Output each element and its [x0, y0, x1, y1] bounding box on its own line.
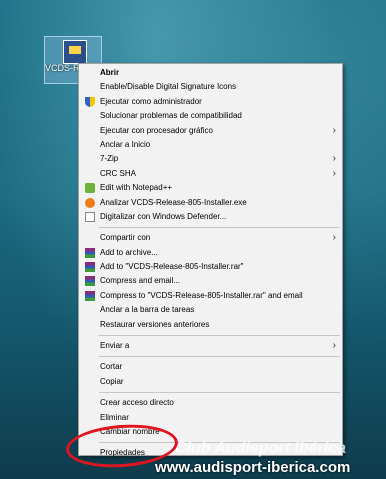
- menu-label: Ejecutar como administrador: [100, 96, 202, 106]
- watermark-url: www.audisport-iberica.com: [155, 459, 351, 476]
- vcds-app-icon: [63, 40, 87, 64]
- menu-label: Edit with Notepad++: [100, 183, 173, 193]
- menu-label: Ejecutar con procesador gráfico: [100, 125, 213, 135]
- menu-separator: [99, 356, 340, 358]
- menu-label: Compress and email...: [100, 276, 181, 286]
- winrar-icon: [85, 276, 95, 287]
- menu-item-create-shortcut[interactable]: Crear acceso directo: [79, 396, 342, 410]
- winrar-icon: [85, 262, 95, 273]
- avast-icon: [85, 197, 95, 208]
- menu-item-compress-email[interactable]: Compress and email...: [79, 274, 342, 288]
- watermark-title: Club Audisport Ibérica: [175, 440, 346, 457]
- menu-separator: [99, 392, 340, 394]
- context-menu: Abrir Enable/Disable Digital Signature I…: [78, 63, 343, 457]
- winrar-icon: [85, 247, 95, 258]
- menu-label: 7-Zip: [100, 154, 119, 164]
- menu-label: Digitalizar con Windows Defender...: [100, 211, 227, 221]
- menu-label: Solucionar problemas de compatibilidad: [100, 111, 242, 121]
- menu-label: Eliminar: [100, 412, 129, 422]
- menu-item-avast-scan[interactable]: Analizar VCDS-Release-805-Installer.exe: [79, 196, 342, 210]
- menu-label: Abrir: [100, 68, 120, 77]
- notepad-plus-plus-icon: [85, 183, 95, 194]
- menu-item-troubleshoot[interactable]: Solucionar problemas de compatibilidad: [79, 109, 342, 123]
- menu-item-defender[interactable]: Digitalizar con Windows Defender...: [79, 210, 342, 224]
- menu-label: Anclar a la barra de tareas: [100, 305, 195, 315]
- menu-item-7zip[interactable]: 7-Zip ›: [79, 152, 342, 166]
- menu-item-copy[interactable]: Copiar: [79, 375, 342, 389]
- menu-label: Enable/Disable Digital Signature Icons: [100, 82, 237, 92]
- menu-separator: [99, 227, 340, 229]
- chevron-right-icon: ›: [332, 153, 336, 165]
- menu-item-pin-taskbar[interactable]: Anclar a la barra de tareas: [79, 303, 342, 317]
- menu-item-crc-sha[interactable]: CRC SHA ›: [79, 167, 342, 181]
- menu-item-digital-signature[interactable]: Enable/Disable Digital Signature Icons: [79, 80, 342, 94]
- menu-label: Anclar a Inicio: [100, 139, 151, 149]
- menu-item-notepad[interactable]: Edit with Notepad++: [79, 181, 342, 195]
- menu-item-add-rar[interactable]: Add to "VCDS-Release-805-Installer.rar": [79, 260, 342, 274]
- menu-label: Crear acceso directo: [100, 398, 174, 408]
- menu-item-cut[interactable]: Cortar: [79, 360, 342, 374]
- menu-item-gpu[interactable]: Ejecutar con procesador gráfico ›: [79, 124, 342, 138]
- menu-item-restore-versions[interactable]: Restaurar versiones anteriores: [79, 318, 342, 332]
- menu-separator: [99, 335, 340, 337]
- menu-label: Add to archive...: [100, 247, 158, 257]
- chevron-right-icon: ›: [332, 232, 336, 244]
- menu-label: Cortar: [100, 362, 123, 372]
- menu-label: CRC SHA: [100, 168, 137, 178]
- shield-icon: [85, 96, 95, 107]
- chevron-right-icon: ›: [332, 167, 336, 179]
- menu-label: Compress to "VCDS-Release-805-Installer.…: [100, 290, 303, 300]
- menu-label: Copiar: [100, 376, 124, 386]
- menu-item-run-as-admin[interactable]: Ejecutar como administrador: [79, 95, 342, 109]
- chevron-right-icon: ›: [332, 340, 336, 352]
- menu-label: Enviar a: [100, 341, 130, 351]
- menu-item-pin-start[interactable]: Anclar a Inicio: [79, 138, 342, 152]
- menu-item-compress-rar-email[interactable]: Compress to "VCDS-Release-805-Installer.…: [79, 289, 342, 303]
- winrar-icon: [85, 290, 95, 301]
- menu-label: Add to "VCDS-Release-805-Installer.rar": [100, 262, 244, 272]
- menu-label: Analizar VCDS-Release-805-Installer.exe: [100, 197, 247, 207]
- menu-item-send-to[interactable]: Enviar a ›: [79, 339, 342, 353]
- defender-icon: [85, 211, 95, 222]
- menu-label: Restaurar versiones anteriores: [100, 319, 210, 329]
- chevron-right-icon: ›: [332, 124, 336, 136]
- menu-item-abrir[interactable]: Abrir: [79, 66, 342, 80]
- menu-item-share[interactable]: Compartir con ›: [79, 231, 342, 245]
- menu-item-add-archive[interactable]: Add to archive...: [79, 246, 342, 260]
- menu-label: Compartir con: [100, 233, 151, 243]
- menu-item-delete[interactable]: Eliminar: [79, 411, 342, 425]
